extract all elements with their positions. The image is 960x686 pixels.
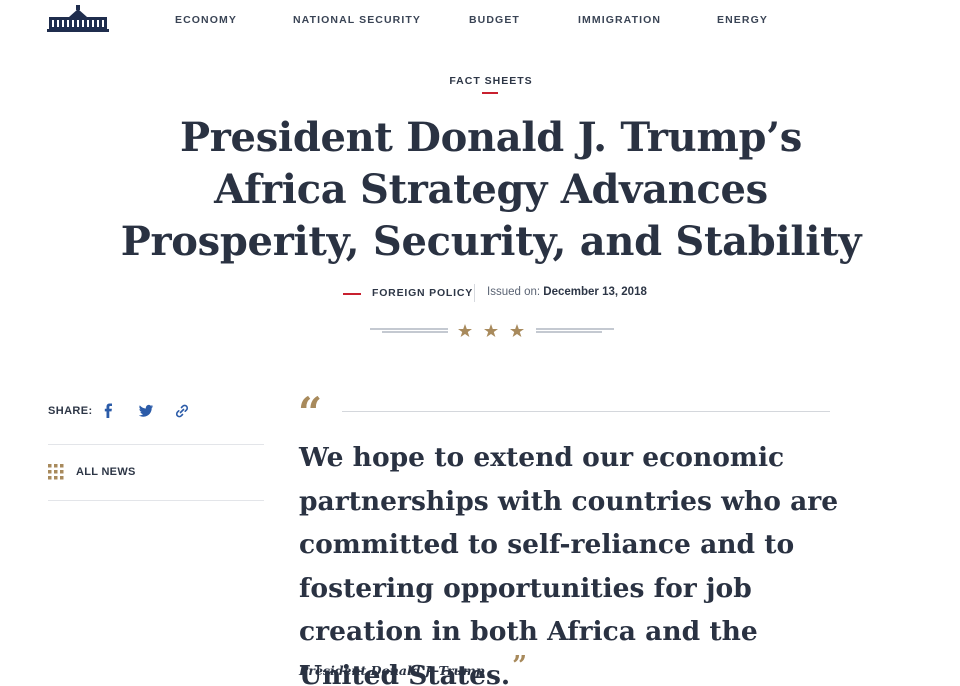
open-quote-mark: “ <box>298 388 323 437</box>
nav-budget[interactable]: BUDGET <box>469 14 520 26</box>
link-icon[interactable] <box>173 402 191 420</box>
close-quote-mark: ” <box>512 650 528 681</box>
quote-rule <box>342 411 830 412</box>
quote-author: President Donald J. Trump <box>299 663 485 678</box>
nav-energy[interactable]: ENERGY <box>717 14 768 26</box>
stars-divider-icon <box>370 324 614 337</box>
section-eyebrow[interactable]: FACT SHEETS <box>0 75 960 87</box>
grid-icon <box>48 464 64 480</box>
sidebar-divider <box>48 444 264 445</box>
sidebar-divider <box>48 500 264 501</box>
issued-date-value: December 13, 2018 <box>543 286 647 298</box>
share-label: SHARE: <box>48 405 93 417</box>
issued-date: Issued on: December 13, 2018 <box>487 286 647 298</box>
pull-quote: We hope to extend our economic partnersh… <box>299 436 839 686</box>
twitter-icon[interactable] <box>137 402 155 420</box>
meta-separator <box>474 284 475 302</box>
facebook-icon[interactable] <box>100 402 118 420</box>
stars-divider <box>370 322 614 340</box>
white-house-logo[interactable] <box>47 4 109 32</box>
nav-economy[interactable]: ECONOMY <box>175 14 237 26</box>
category-link[interactable]: FOREIGN POLICY <box>372 287 473 299</box>
all-news-link[interactable]: ALL NEWS <box>48 462 264 484</box>
top-navigation: ECONOMY NATIONAL SECURITY BUDGET IMMIGRA… <box>0 0 960 40</box>
all-news-label: ALL NEWS <box>76 466 136 478</box>
issued-label: Issued on: <box>487 286 541 298</box>
nav-immigration[interactable]: IMMIGRATION <box>578 14 661 26</box>
article-meta: FOREIGN POLICY Issued on: December 13, 2… <box>0 284 960 302</box>
category-accent-dash <box>343 293 361 295</box>
page-title: President Donald J. Trump’s Africa Strat… <box>120 114 862 265</box>
nav-national-security[interactable]: NATIONAL SECURITY <box>293 14 421 26</box>
pull-quote-text: We hope to extend our economic partnersh… <box>299 442 839 686</box>
eyebrow-accent-bar <box>482 92 498 94</box>
white-house-icon <box>47 5 109 32</box>
